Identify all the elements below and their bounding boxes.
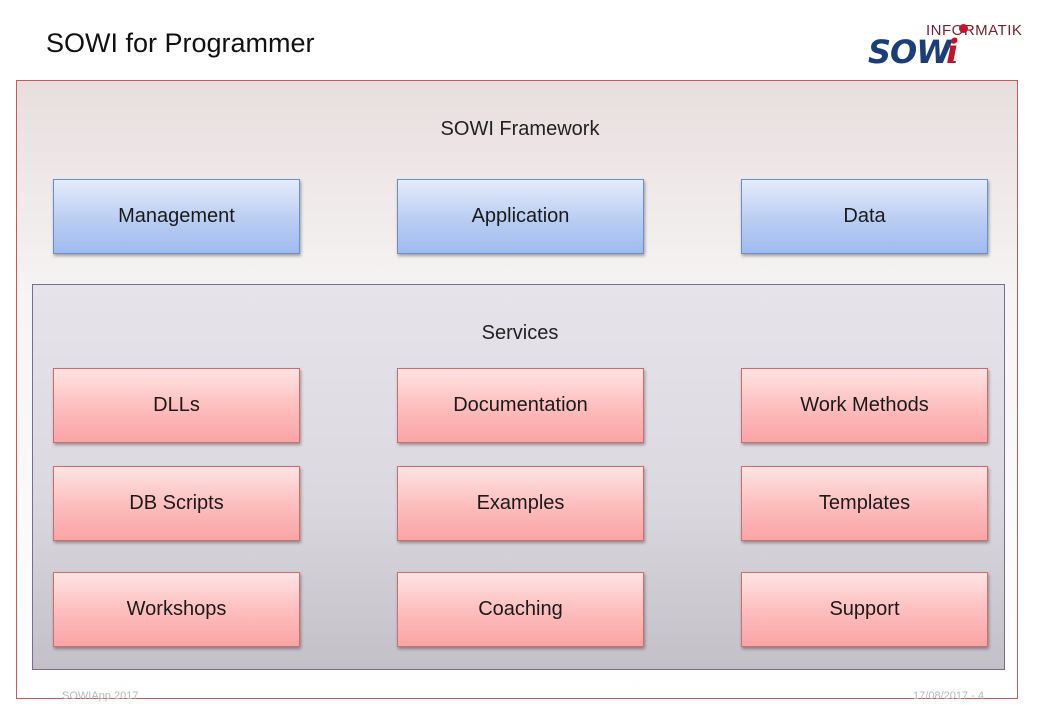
- service-documentation: Documentation: [397, 368, 644, 443]
- service-dlls: DLLs: [53, 368, 300, 443]
- logo-dot-icon: [959, 24, 968, 33]
- sowi-informatik-logo: INFORMATIK SOW i: [866, 20, 1036, 72]
- module-management: Management: [53, 179, 300, 254]
- service-workshops: Workshops: [53, 572, 300, 647]
- services-title: Services: [481, 322, 559, 344]
- service-work-methods: Work Methods: [741, 368, 988, 443]
- slide-title: SOWI for Programmer: [46, 28, 315, 58]
- service-coaching: Coaching: [397, 572, 644, 647]
- footer-left-text: SOWIApp 2017: [62, 690, 139, 702]
- logo-accent-text: i: [946, 32, 959, 72]
- service-db-scripts: DB Scripts: [53, 466, 300, 541]
- framework-title: SOWI Framework: [440, 118, 600, 140]
- service-templates: Templates: [741, 466, 988, 541]
- module-data: Data: [741, 179, 988, 254]
- footer-right-text: 17/08/2017 - 4: [913, 690, 984, 702]
- service-examples: Examples: [397, 466, 644, 541]
- logo-main-text: SOW: [868, 33, 952, 71]
- service-support: Support: [741, 572, 988, 647]
- module-application: Application: [397, 179, 644, 254]
